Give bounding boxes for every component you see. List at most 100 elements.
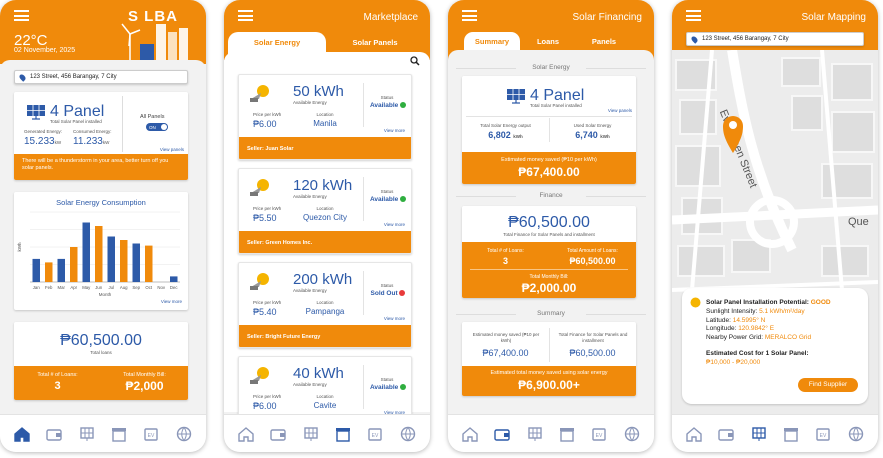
wallet-icon[interactable] bbox=[717, 425, 735, 443]
home-icon[interactable] bbox=[237, 425, 255, 443]
address-field[interactable]: 123 Street, 456 Barangay, 7 City bbox=[686, 32, 864, 46]
location-label: Location bbox=[316, 394, 334, 399]
listing-view-more[interactable]: View more bbox=[384, 128, 405, 133]
energy-bulb-icon bbox=[250, 273, 269, 290]
bar-jul bbox=[107, 236, 115, 282]
solar-panel-icon[interactable] bbox=[78, 425, 96, 443]
ev-icon[interactable]: EV bbox=[366, 425, 384, 443]
location-pin-icon bbox=[18, 73, 27, 82]
listing-card[interactable]: 120 kWh Available Energy Price per kWh ₱… bbox=[238, 168, 412, 254]
section-solar-energy: Solar Energy bbox=[448, 64, 654, 71]
menu-icon[interactable] bbox=[462, 10, 477, 21]
globe-icon[interactable] bbox=[623, 425, 641, 443]
ev-icon[interactable]: EV bbox=[814, 425, 832, 443]
search-icon[interactable] bbox=[410, 56, 420, 66]
find-supplier-button[interactable]: Find Supplier bbox=[798, 378, 858, 392]
view-panels-link[interactable]: View panels bbox=[160, 147, 184, 152]
location-label: Location bbox=[316, 300, 334, 305]
consumed-value: 11.233 bbox=[73, 136, 103, 147]
wallet-icon[interactable] bbox=[45, 425, 63, 443]
tab-loans[interactable]: Loans bbox=[522, 32, 574, 52]
home-icon[interactable] bbox=[685, 425, 703, 443]
ev-icon[interactable]: EV bbox=[142, 425, 160, 443]
svg-text:EV: EV bbox=[596, 433, 603, 439]
tick-label: Sep bbox=[132, 285, 140, 290]
location-pin-icon[interactable] bbox=[722, 114, 744, 154]
store-icon[interactable] bbox=[334, 425, 352, 443]
y-axis-label: kWh bbox=[17, 242, 22, 251]
tick-label: Jun bbox=[95, 285, 103, 290]
tab-panels[interactable]: Panels bbox=[578, 32, 630, 52]
all-panels-toggle[interactable]: ON bbox=[146, 123, 168, 131]
solar-panel-icon bbox=[27, 105, 45, 120]
tick-label: Nov bbox=[157, 285, 165, 290]
energy-bulb-icon bbox=[250, 367, 269, 384]
listing-card[interactable]: 50 kWh Available Energy Price per kWh ₱6… bbox=[238, 74, 412, 160]
potential-row: Solar Panel Installation Potential: GOOD bbox=[706, 299, 831, 306]
listing-price: ₱5.50 bbox=[253, 213, 277, 223]
panel-sub: Total Solar Panel installed bbox=[50, 119, 102, 124]
home-icon[interactable] bbox=[13, 425, 31, 443]
tick-label: Dec bbox=[170, 285, 178, 290]
tab-summary[interactable]: Summary bbox=[464, 32, 520, 52]
home-icon[interactable] bbox=[461, 425, 479, 443]
potential-card: Solar Panel Installation Potential: GOOD… bbox=[682, 288, 868, 404]
home-screen: S LBA 22°C 02 November, 2025 123 Street,… bbox=[0, 0, 206, 452]
sun-icon bbox=[690, 297, 701, 308]
loans-amount: ₱60,500.00 bbox=[60, 332, 142, 349]
address-field[interactable]: 123 Street, 456 Barangay, 7 City bbox=[14, 70, 188, 84]
listing-kwh: 50 kWh bbox=[293, 83, 344, 100]
section-summary: Summary bbox=[448, 310, 654, 317]
bar-aug bbox=[120, 240, 128, 282]
solar-panel-icon[interactable] bbox=[526, 425, 544, 443]
menu-icon[interactable] bbox=[14, 10, 29, 21]
menu-icon[interactable] bbox=[686, 10, 701, 21]
sum-finance: ₱60,500.00 bbox=[569, 348, 616, 358]
status-text: Sold Out bbox=[370, 290, 398, 297]
marketplace-header: Marketplace Solar Energy Solar Panels bbox=[224, 0, 430, 60]
listing-card[interactable]: 40 kWh Available Energy Price per kWh ₱6… bbox=[238, 356, 412, 416]
listing-card[interactable]: 200 kWh Available Energy Price per kWh ₱… bbox=[238, 262, 412, 348]
lat-label: Latitude: bbox=[706, 316, 731, 324]
num-loans: 3 bbox=[502, 256, 508, 266]
solar-panel-icon[interactable] bbox=[302, 425, 320, 443]
generated-label: Generated Energy: bbox=[24, 129, 63, 134]
store-icon[interactable] bbox=[558, 425, 576, 443]
view-panels-link[interactable]: View panels bbox=[608, 108, 632, 113]
listing-view-more[interactable]: View more bbox=[384, 316, 405, 321]
output-unit: kWh bbox=[513, 134, 523, 139]
globe-icon[interactable] bbox=[399, 425, 417, 443]
monthly-label: Total Monthly Bill: bbox=[529, 274, 569, 280]
store-icon[interactable] bbox=[110, 425, 128, 443]
wallet-icon[interactable] bbox=[269, 425, 287, 443]
bar-mar bbox=[57, 258, 65, 282]
chart-view-more[interactable]: View more bbox=[161, 299, 182, 304]
monthly-bill-label: Total Monthly Bill: bbox=[123, 372, 166, 378]
tab-solar-energy[interactable]: Solar Energy bbox=[228, 32, 326, 54]
section-finance: Finance bbox=[448, 192, 654, 199]
page-title: Marketplace bbox=[363, 12, 418, 23]
bottom-nav: EV bbox=[672, 414, 878, 452]
listing-sub: Available Energy bbox=[293, 382, 327, 387]
finance-sub: Total Finance for Solar Panels and insta… bbox=[503, 232, 595, 237]
wallet-icon[interactable] bbox=[493, 425, 511, 443]
listing-price: ₱6.00 bbox=[253, 401, 277, 411]
consumption-chart-card: Solar Energy Consumption Jan Feb Mar Apr May… bbox=[14, 192, 188, 310]
store-icon[interactable] bbox=[782, 425, 800, 443]
sum-saved-label: Estimated money saved (₱10 per kWh) bbox=[472, 332, 540, 343]
check-circle-icon bbox=[400, 102, 407, 109]
home-header: S LBA 22°C 02 November, 2025 bbox=[0, 0, 206, 64]
ev-icon[interactable]: EV bbox=[590, 425, 608, 443]
bottom-nav: EV bbox=[0, 414, 206, 452]
menu-icon[interactable] bbox=[238, 10, 253, 21]
sunlight-value: 5.1 kWh/m²/day bbox=[759, 308, 805, 315]
globe-icon[interactable] bbox=[847, 425, 865, 443]
solar-panel-icon[interactable] bbox=[750, 425, 768, 443]
price-label: Price per kWh bbox=[253, 300, 282, 305]
globe-icon[interactable] bbox=[175, 425, 193, 443]
panel-sub: Total Solar Panel installed bbox=[530, 103, 582, 108]
street-label-que: Que bbox=[848, 216, 869, 228]
tab-solar-panels[interactable]: Solar Panels bbox=[326, 32, 424, 54]
listing-view-more[interactable]: View more bbox=[384, 222, 405, 227]
potential-label: Solar Panel Installation Potential: bbox=[706, 299, 809, 306]
